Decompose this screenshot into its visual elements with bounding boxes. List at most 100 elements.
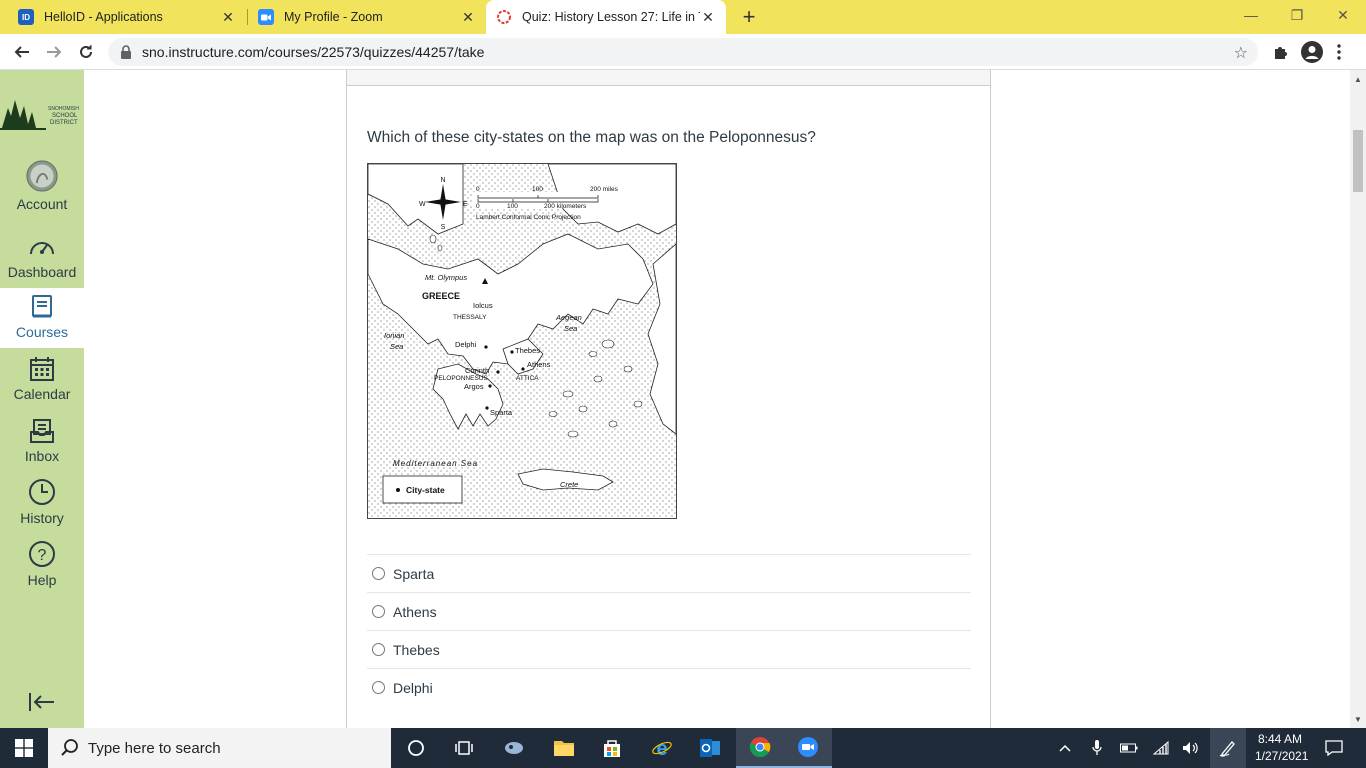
start-button[interactable] [0,728,48,768]
windows-taskbar: Type here to search e 8:44 AM 1/27/2021 [0,728,1366,768]
greece-map: N S E W 0 100 200 miles 0 100 200 kilome… [368,164,676,518]
wifi-icon[interactable] [1150,728,1172,768]
canvas-icon [496,9,512,25]
cortana-icon[interactable] [392,728,440,768]
nav-label: Account [16,196,68,212]
collapse-nav-button[interactable] [28,692,56,712]
browser-menu-icon[interactable] [1332,42,1346,62]
zoom-icon [258,9,274,25]
tab-title: HelloID - Applications [44,10,163,24]
nav-help[interactable]: ? Help [0,536,84,596]
scroll-down-arrow-icon[interactable]: ▼ [1350,712,1366,726]
tab-zoom[interactable]: My Profile - Zoom ✕ [248,0,486,34]
label-argos: Argos [464,382,484,391]
nav-account[interactable]: Account [0,160,84,220]
svg-text:0: 0 [476,203,480,210]
internet-explorer-icon[interactable]: e [638,728,686,768]
svg-text:N: N [440,177,445,184]
notifications-icon[interactable] [1318,728,1350,768]
back-button[interactable] [10,40,34,64]
district-logo[interactable]: SNOHOMISH SCHOOL DISTRICT [0,94,84,134]
extensions-puzzle-icon[interactable] [1270,42,1290,62]
nav-label: Calendar [13,386,71,402]
svg-text:S: S [441,224,446,231]
microphone-icon[interactable] [1086,728,1108,768]
back-arrow-icon [14,46,29,58]
nav-history[interactable]: History [0,474,84,534]
volume-icon[interactable] [1180,728,1202,768]
close-icon[interactable]: ✕ [460,9,476,25]
nav-label: History [20,510,64,526]
label-peloponnesus: PELOPONNESUS [434,375,488,382]
answer-label: Delphi [393,679,433,696]
url-text: sno.instructure.com/courses/22573/quizze… [142,44,485,60]
battery-icon[interactable] [1118,728,1140,768]
task-view-icon[interactable] [440,728,488,768]
answer-label: Athens [393,603,437,620]
label-aegean-sea: Sea [564,324,577,333]
radio-button[interactable] [372,567,385,580]
answer-option[interactable]: Sparta [367,554,971,592]
pen-workspace-icon[interactable] [1210,728,1246,768]
store-icon[interactable] [588,728,636,768]
bookmark-star-icon[interactable]: ☆ [1234,43,1248,63]
label-sparta: Sparta [490,408,513,417]
minimize-button[interactable]: — [1228,0,1274,30]
outlook-icon[interactable] [686,728,734,768]
nav-courses[interactable]: Courses [0,288,84,348]
nav-label: Inbox [24,448,60,464]
svg-text:e: e [656,738,667,759]
radio-button[interactable] [372,681,385,694]
helloid-icon: ID [18,9,34,25]
radio-button[interactable] [372,605,385,618]
label-mt-olympus: Mt. Olympus [425,273,467,282]
show-hidden-icons-chevron-icon[interactable] [1054,728,1076,768]
taskbar-clock[interactable]: 8:44 AM 1/27/2021 [1248,731,1312,765]
scroll-up-arrow-icon[interactable]: ▲ [1350,72,1366,86]
restore-button[interactable]: ❐ [1274,0,1320,30]
svg-text:200 miles: 200 miles [590,186,619,193]
label-attica: ATTICA [516,375,539,382]
app-icon[interactable] [490,728,538,768]
address-bar[interactable]: sno.instructure.com/courses/22573/quizze… [108,38,1258,66]
calendar-icon [30,357,54,381]
nav-inbox[interactable]: Inbox [0,412,84,472]
map-legend: City-state [382,475,463,504]
forward-button[interactable] [42,40,66,64]
search-placeholder: Type here to search [88,739,221,757]
tab-quiz-active[interactable]: Quiz: History Lesson 27: Life in Tw ✕ [486,0,726,34]
answer-option[interactable]: Thebes [367,630,971,668]
scrollbar-thumb[interactable] [1353,130,1363,192]
profile-avatar-icon[interactable] [1300,40,1324,64]
quiz-question-panel: Which of these city-states on the map wa… [346,70,991,728]
browser-tab-strip: ID HelloID - Applications ✕ My Profile -… [0,0,1366,34]
answer-option[interactable]: Delphi [367,668,971,706]
nav-label: Help [27,572,57,588]
nav-calendar[interactable]: Calendar [0,350,84,410]
clock-date: 1/27/2021 [1255,749,1309,763]
radio-button[interactable] [372,643,385,656]
new-tab-button[interactable]: + [737,4,761,29]
account-avatar-icon [26,160,58,192]
reload-button[interactable] [74,40,98,64]
tab-helloid[interactable]: ID HelloID - Applications ✕ [8,0,246,34]
file-explorer-icon[interactable] [540,728,588,768]
label-crete: Crete [560,480,578,489]
svg-text:SCHOOL: SCHOOL [52,113,78,119]
zoom-app-icon[interactable] [784,728,832,768]
windows-logo-icon [15,739,33,757]
district-logo-image: SNOHOMISH SCHOOL DISTRICT [0,100,79,130]
main-content: Which of these city-states on the map wa… [84,70,1350,728]
close-icon[interactable]: ✕ [220,9,236,25]
help-icon: ? [29,541,55,567]
nav-dashboard[interactable]: Dashboard [0,228,84,288]
answer-option[interactable]: Athens [367,592,971,630]
page-scrollbar[interactable]: ▲ ▼ [1350,70,1366,728]
close-icon[interactable]: ✕ [700,9,716,25]
label-ionian: Ionian [384,331,404,340]
taskbar-search-box[interactable]: Type here to search [48,728,391,768]
chrome-icon[interactable] [736,728,784,768]
label-mediterranean: Mediterranean Sea [393,459,478,468]
label-delphi: Delphi [455,340,477,349]
window-close-button[interactable]: ✕ [1320,0,1366,30]
